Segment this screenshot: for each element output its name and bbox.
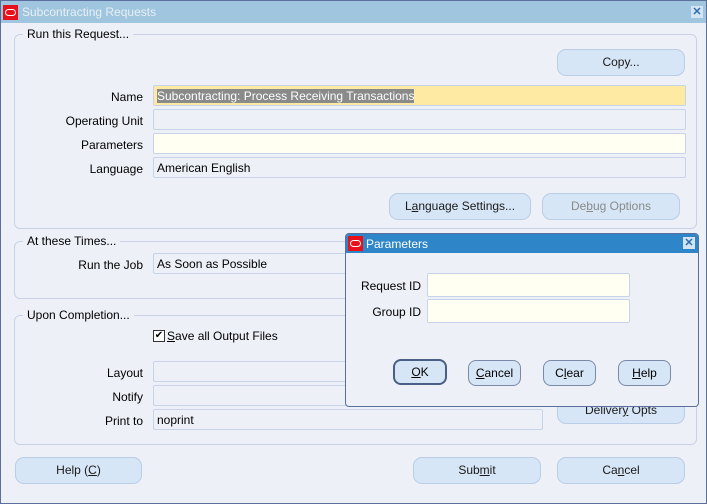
dialog-help-button[interactable]: Help [618, 360, 671, 386]
parameters-dialog: Parameters ✕ Request ID Group ID OK Canc… [345, 233, 699, 407]
group-id-label: Group ID [372, 305, 421, 319]
help-button[interactable]: Help (C) [15, 457, 142, 484]
parameters-dialog-title-bar: Parameters ✕ [346, 234, 698, 253]
times-group-label: At these Times... [23, 234, 121, 248]
operating-unit-label: Operating Unit [65, 114, 143, 128]
language-settings-button[interactable]: Language Settings... [389, 193, 531, 220]
request-id-label: Request ID [360, 279, 421, 293]
group-id-field[interactable] [427, 299, 630, 323]
oracle-logo-icon [3, 5, 18, 20]
layout-label: Layout [106, 366, 143, 380]
name-field[interactable]: Subcontracting: Process Receiving Transa… [153, 85, 686, 106]
close-icon[interactable]: ✕ [691, 6, 703, 18]
dialog-cancel-button[interactable]: Cancel [468, 360, 521, 386]
run-request-group-label: Run this Request... [23, 27, 134, 41]
oracle-logo-icon [348, 236, 363, 251]
save-output-checkbox[interactable]: ✔ [153, 330, 165, 342]
language-label: Language [89, 162, 143, 176]
parameters-dialog-title: Parameters [366, 237, 429, 251]
parameters-field[interactable] [153, 133, 686, 154]
submit-button[interactable]: Submit [413, 457, 541, 484]
operating-unit-field[interactable] [153, 109, 686, 130]
window-title: Subcontracting Requests [22, 5, 157, 19]
notify-label: Notify [112, 390, 143, 404]
name-label: Name [110, 90, 143, 104]
print-to-field[interactable]: noprint [153, 409, 543, 430]
print-to-label: Print to [104, 414, 143, 428]
close-icon[interactable]: ✕ [683, 237, 695, 249]
save-output-label[interactable]: Save all Output Files [167, 329, 278, 343]
parameters-label: Parameters [80, 138, 143, 152]
language-field[interactable]: American English [153, 157, 686, 178]
title-bar: Subcontracting Requests ✕ [1, 1, 706, 23]
clear-button[interactable]: Clear [543, 360, 596, 386]
request-id-field[interactable] [427, 273, 630, 297]
debug-options-button[interactable]: Debug Options [542, 193, 680, 220]
run-job-label: Run the Job [78, 258, 143, 272]
cancel-button[interactable]: Cancel [557, 457, 685, 484]
completion-group-label: Upon Completion... [23, 308, 134, 322]
copy-button[interactable]: Copy... [557, 49, 685, 76]
ok-button[interactable]: OK [393, 359, 447, 385]
